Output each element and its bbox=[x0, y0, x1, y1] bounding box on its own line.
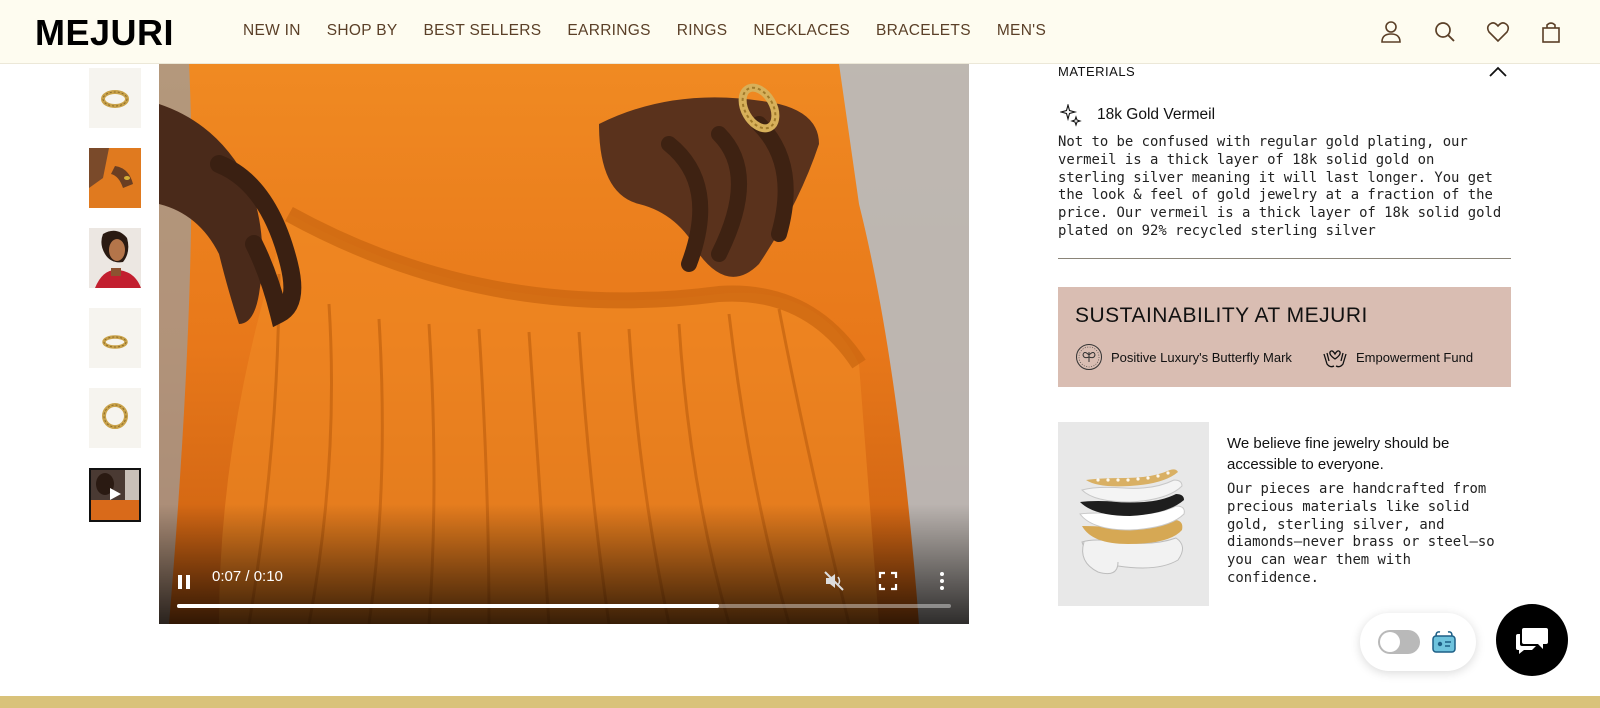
muted-volume-icon[interactable] bbox=[823, 570, 845, 592]
sparkle-icon bbox=[1060, 104, 1082, 127]
account-icon[interactable] bbox=[1378, 19, 1404, 45]
ring-image bbox=[101, 90, 129, 108]
chat-icon bbox=[1516, 628, 1548, 654]
model-portrait-thumbnail[interactable] bbox=[89, 228, 141, 288]
main-nav: NEW IN SHOP BY BEST SELLERS EARRINGS RIN… bbox=[243, 22, 1046, 40]
empowerment-fund-label: Empowerment Fund bbox=[1356, 349, 1474, 365]
rings-photo bbox=[1058, 422, 1209, 606]
toggle-knob bbox=[1380, 632, 1400, 652]
ring-image bbox=[102, 403, 128, 429]
nav-mens[interactable]: MEN'S bbox=[997, 22, 1046, 40]
portrait-image bbox=[89, 228, 141, 288]
video-progress-fill bbox=[177, 604, 719, 608]
materials-heading[interactable]: MATERIALS bbox=[1058, 64, 1135, 79]
fullscreen-icon[interactable] bbox=[877, 570, 899, 592]
butterfly-mark-item[interactable]: Positive Luxury's Butterfly Mark bbox=[1075, 343, 1292, 371]
product-video-player[interactable]: 0:07 / 0:10 bbox=[159, 64, 969, 624]
empowerment-fund-item[interactable]: Empowerment Fund bbox=[1322, 343, 1473, 371]
hands-heart-icon bbox=[1323, 350, 1347, 368]
nav-best-sellers[interactable]: BEST SELLERS bbox=[424, 22, 542, 40]
video-progress-bar[interactable] bbox=[177, 604, 951, 608]
butterfly-mark-icon bbox=[1076, 344, 1102, 370]
shopping-bag-icon[interactable] bbox=[1538, 19, 1564, 45]
nav-new-in[interactable]: NEW IN bbox=[243, 22, 301, 40]
nav-shop-by[interactable]: SHOP BY bbox=[327, 22, 398, 40]
model-image bbox=[89, 148, 141, 208]
nav-rings[interactable]: RINGS bbox=[677, 22, 728, 40]
butterfly-mark-label: Positive Luxury's Butterfly Mark bbox=[1111, 349, 1292, 365]
nav-bracelets[interactable]: BRACELETS bbox=[876, 22, 971, 40]
more-options-icon[interactable] bbox=[931, 570, 953, 592]
footer-strip bbox=[0, 696, 1600, 708]
promo-description: Our pieces are handcrafted from precious… bbox=[1227, 481, 1495, 586]
material-title: 18k Gold Vermeil bbox=[1097, 106, 1216, 123]
play-icon bbox=[110, 488, 121, 500]
promo-title: We believe fine jewelry should be access… bbox=[1227, 435, 1450, 473]
ring-side-thumbnail[interactable] bbox=[89, 308, 141, 368]
wishlist-heart-icon[interactable] bbox=[1485, 19, 1511, 45]
accessibility-widget[interactable] bbox=[1360, 613, 1476, 671]
model-orange-hand-thumbnail[interactable] bbox=[89, 148, 141, 208]
search-icon[interactable] bbox=[1432, 19, 1458, 45]
ring-top-thumbnail[interactable] bbox=[89, 388, 141, 448]
stacked-rings-image bbox=[1058, 422, 1209, 606]
video-thumbnail[interactable] bbox=[89, 468, 141, 522]
ring-front-thumbnail[interactable] bbox=[89, 68, 141, 128]
pause-icon[interactable] bbox=[175, 573, 193, 591]
accessibility-toggle[interactable] bbox=[1378, 630, 1420, 654]
material-description: Not to be confused with regular gold pla… bbox=[1058, 134, 1502, 239]
nav-necklaces[interactable]: NECKLACES bbox=[753, 22, 850, 40]
sustainability-heading: SUSTAINABILITY AT MEJURI bbox=[1075, 304, 1368, 327]
nav-earrings[interactable]: EARRINGS bbox=[567, 22, 650, 40]
accessibility-icon bbox=[1432, 631, 1456, 653]
sustainability-panel: SUSTAINABILITY AT MEJURI Positive Luxury… bbox=[1058, 287, 1511, 387]
chat-button[interactable] bbox=[1496, 604, 1568, 676]
mejuri-logo[interactable]: MEJURI bbox=[35, 12, 174, 54]
video-controls: 0:07 / 0:10 bbox=[159, 554, 969, 624]
video-time: 0:07 / 0:10 bbox=[212, 568, 283, 585]
site-header: MEJURI NEW IN SHOP BY BEST SELLERS EARRI… bbox=[0, 0, 1600, 64]
ring-image bbox=[102, 335, 128, 349]
section-divider bbox=[1058, 258, 1511, 259]
chevron-up-icon[interactable] bbox=[1488, 64, 1508, 80]
